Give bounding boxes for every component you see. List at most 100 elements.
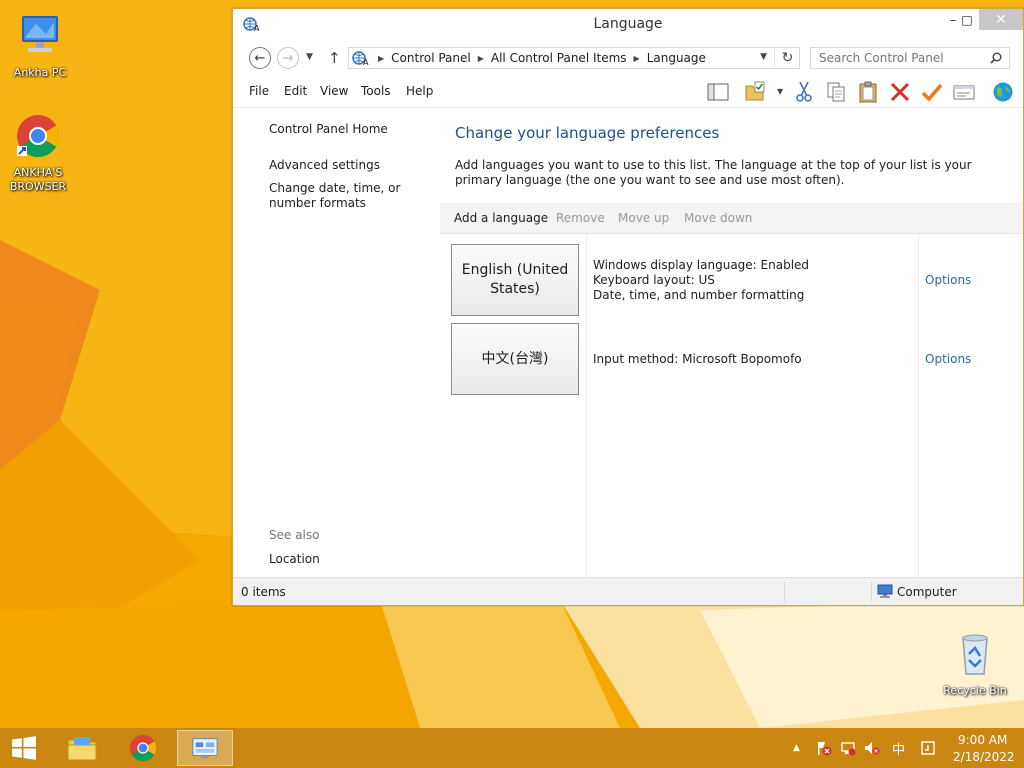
language-detail: Windows display language: Enabled <box>593 258 810 272</box>
folder-check-icon[interactable] <box>743 80 767 104</box>
back-button[interactable]: ← <box>249 47 271 69</box>
taskbar-chrome[interactable] <box>115 730 171 766</box>
language-detail: Input method: Microsoft Bopomofo <box>593 352 802 366</box>
menu-file[interactable]: File <box>249 84 269 98</box>
address-bar[interactable]: A ▶ Control Panel ▶ All Control Panel It… <box>348 47 800 69</box>
arrow-right-icon: → <box>282 50 294 66</box>
breadcrumb-control-panel[interactable]: Control Panel <box>391 51 471 65</box>
menu-edit[interactable]: Edit <box>284 84 307 98</box>
globe-icon[interactable] <box>991 80 1015 104</box>
copy-icon[interactable] <box>824 80 848 104</box>
recycle-bin-icon <box>962 634 988 675</box>
address-row: ← → ▼ ↑ A ▶ Control Panel ▶ All Control … <box>233 43 1023 73</box>
chevron-down-icon[interactable]: ▼ <box>777 87 783 96</box>
column-divider <box>586 234 587 578</box>
display-icon[interactable] <box>920 740 936 756</box>
clock-date[interactable]: 2/18/2022 <box>953 750 1015 764</box>
volume-muted-icon[interactable] <box>864 740 880 756</box>
breadcrumb-separator-icon[interactable]: ▶ <box>634 54 640 63</box>
maximize-button[interactable]: □ <box>953 9 981 30</box>
page-description: Add languages you want to use to this li… <box>455 158 972 187</box>
start-icon <box>12 736 36 760</box>
refresh-icon: ↻ <box>781 50 794 66</box>
status-location: Computer <box>897 585 957 599</box>
cut-icon[interactable] <box>792 80 816 104</box>
chevron-down-icon: ▼ <box>306 52 313 62</box>
taskbar: ▲ 中 9:00 AM 2/18/2022 <box>0 728 1024 768</box>
link-advanced-settings[interactable]: Advanced settings <box>269 158 380 173</box>
move-down-button[interactable]: Move down <box>684 211 752 225</box>
menu-toolbar-row: File Edit View Tools Help ▼ <box>233 77 1023 107</box>
window-title: Language <box>593 16 663 32</box>
up-button[interactable]: ↑ <box>328 49 341 67</box>
desktop-icon-label: Ankha PC <box>13 66 67 79</box>
chrome-icon <box>17 115 60 158</box>
link-control-panel-home[interactable]: Control Panel Home <box>269 122 388 137</box>
language-detail: Date, time, and number formatting <box>593 288 805 302</box>
svg-text:A: A <box>363 58 369 67</box>
language-window: A Language – □ ✕ ← → ▼ ↑ A ▶ Control Pan… <box>232 8 1024 606</box>
desktop-icon-label: Recycle Bin <box>943 684 1007 697</box>
status-divider <box>871 582 872 602</box>
arrow-up-icon: ↑ <box>328 49 341 67</box>
properties-icon[interactable] <box>952 80 976 104</box>
clock-time[interactable]: 9:00 AM <box>958 733 1007 747</box>
content-area: Control Panel Home Advanced settings Cha… <box>233 107 1023 578</box>
breadcrumb-all-items[interactable]: All Control Panel Items <box>491 51 627 65</box>
panel-layout-icon[interactable] <box>706 80 730 104</box>
language-details-chinese-taiwan: Input method: Microsoft Bopomofo <box>593 352 802 367</box>
delete-icon[interactable] <box>888 80 912 104</box>
remove-button[interactable]: Remove <box>556 211 605 225</box>
language-list: English (United States) Windows display … <box>440 234 1023 578</box>
desktop-icon-recycle-bin[interactable]: Recycle Bin <box>937 630 1013 698</box>
column-divider <box>918 234 919 578</box>
desktop-icon-ankha-pc[interactable]: Ankha PC <box>2 12 78 80</box>
start-button[interactable] <box>0 730 48 766</box>
address-dropdown-icon[interactable]: ▼ <box>760 52 767 62</box>
options-link-english[interactable]: Options <box>925 273 971 287</box>
paste-icon[interactable] <box>856 80 880 104</box>
forward-button[interactable]: → <box>277 47 299 69</box>
desktop-icon-ankhas-browser[interactable]: ANKHA'S BROWSER <box>0 112 76 194</box>
status-divider <box>784 582 785 602</box>
chrome-icon <box>129 734 157 762</box>
control-panel-icon <box>192 738 218 759</box>
page-heading: Change your language preferences <box>455 124 720 142</box>
language-detail: Keyboard layout: US <box>593 273 715 287</box>
computer-icon <box>877 584 893 598</box>
taskbar-file-explorer[interactable] <box>54 730 110 766</box>
recent-locations-button[interactable]: ▼ <box>306 52 313 62</box>
title-bar[interactable]: A Language – □ ✕ <box>233 9 1023 40</box>
add-language-button[interactable]: Add a language <box>454 211 548 225</box>
language-action-bar: Add a language Remove Move up Move down <box>440 203 1023 234</box>
tray-overflow-icon[interactable]: ▲ <box>793 743 809 759</box>
see-also-label: See also <box>269 528 320 542</box>
search-icon[interactable] <box>990 52 1002 64</box>
checkmark-icon[interactable] <box>920 80 944 104</box>
breadcrumb-separator-icon[interactable]: ▶ <box>378 54 384 63</box>
search-input[interactable] <box>810 47 1010 69</box>
options-link-chinese-taiwan[interactable]: Options <box>925 352 971 366</box>
language-globe-icon: A <box>352 51 369 67</box>
file-explorer-icon <box>67 737 97 761</box>
language-tile-chinese-taiwan[interactable]: 中文(台灣) <box>451 323 579 395</box>
language-tile-english[interactable]: English (United States) <box>451 244 579 316</box>
menu-view[interactable]: View <box>320 84 348 98</box>
menu-tools[interactable]: Tools <box>361 84 391 98</box>
link-location[interactable]: Location <box>269 552 320 567</box>
computer-icon <box>22 16 58 52</box>
menu-help[interactable]: Help <box>406 84 433 98</box>
link-change-date-time-formats[interactable]: Change date, time, or number formats <box>269 181 439 211</box>
ime-icon[interactable]: 中 <box>892 739 908 758</box>
action-center-icon[interactable] <box>816 740 832 756</box>
breadcrumb-language[interactable]: Language <box>647 51 706 65</box>
desktop-icon-label: ANKHA'S BROWSER <box>9 166 67 193</box>
close-button[interactable]: ✕ <box>979 9 1023 30</box>
status-bar: 0 items Computer <box>233 577 1023 605</box>
taskbar-control-panel[interactable] <box>177 730 233 766</box>
language-details-english: Windows display language: Enabled Keyboa… <box>593 258 809 303</box>
breadcrumb-separator-icon[interactable]: ▶ <box>478 54 484 63</box>
move-up-button[interactable]: Move up <box>618 211 669 225</box>
refresh-button[interactable]: ↻ <box>774 47 800 69</box>
network-icon[interactable] <box>840 740 856 756</box>
